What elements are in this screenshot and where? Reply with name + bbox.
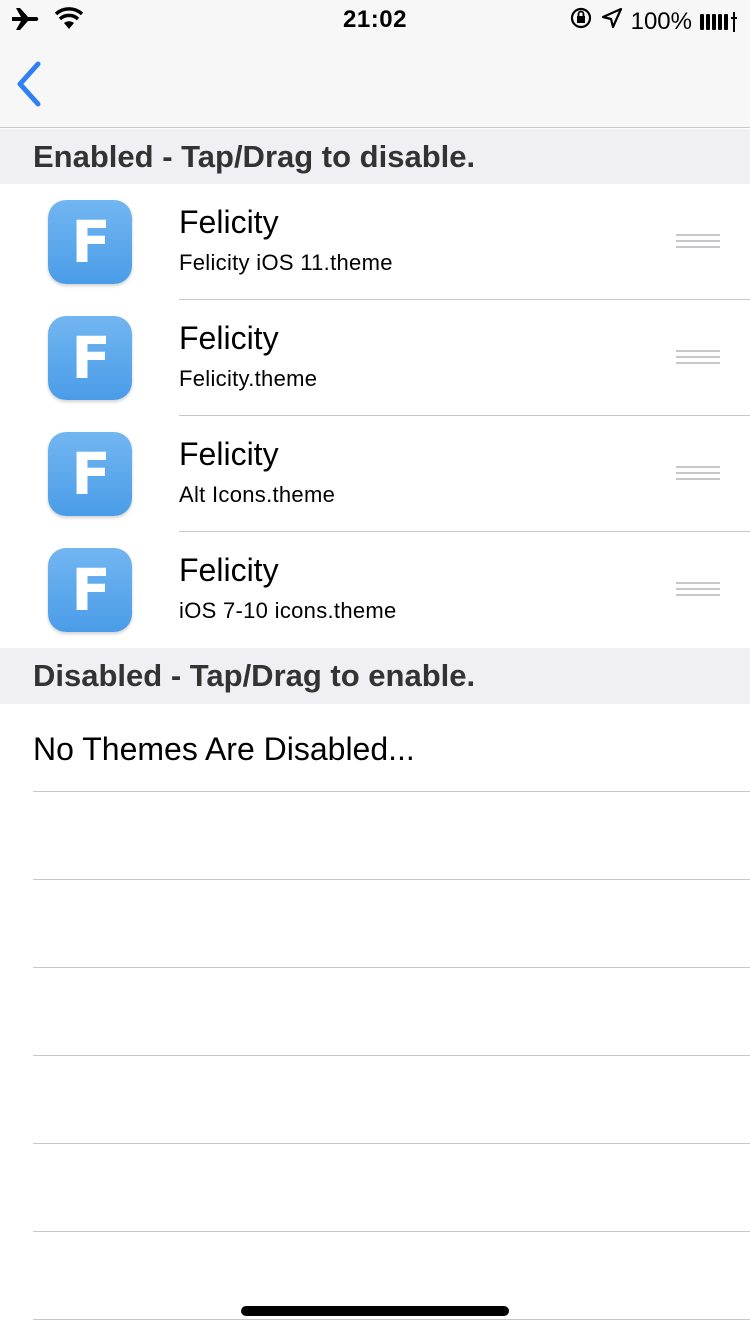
theme-subtitle: Alt Icons.theme — [179, 482, 336, 507]
theme-title: Felicity — [179, 320, 279, 356]
theme-title: Felicity — [179, 436, 279, 472]
felicity-app-icon: F — [48, 548, 132, 632]
location-arrow-icon — [601, 7, 623, 36]
felicity-app-icon: F — [48, 200, 132, 284]
theme-row[interactable]: F Felicity Alt Icons.theme — [0, 416, 750, 532]
back-button[interactable] — [12, 58, 56, 110]
empty-row-separator — [33, 1319, 750, 1320]
drag-handle-icon[interactable] — [676, 466, 720, 484]
empty-state-message: No Themes Are Disabled... — [33, 731, 415, 767]
navigation-bar — [0, 40, 750, 128]
drag-handle-icon[interactable] — [676, 234, 720, 252]
theme-title: Felicity — [179, 204, 279, 240]
felicity-app-icon: F — [48, 316, 132, 400]
empty-row-separator — [33, 879, 750, 880]
home-indicator[interactable] — [241, 1306, 509, 1316]
empty-row-separator — [33, 1231, 750, 1232]
chevron-left-icon — [17, 61, 41, 107]
felicity-app-icon: F — [48, 432, 132, 516]
theme-title: Felicity — [179, 552, 279, 588]
status-right: 100% — [569, 6, 738, 37]
enabled-section-title: Enabled - Tap/Drag to disable. — [33, 139, 476, 174]
empty-row-separator — [33, 1143, 750, 1144]
status-bar: 21:02 100% — [0, 0, 750, 40]
drag-handle-icon[interactable] — [676, 582, 720, 600]
disabled-section-header: Disabled - Tap/Drag to enable. — [0, 648, 750, 704]
empty-row-separator — [33, 1055, 750, 1056]
orientation-lock-icon — [569, 6, 593, 37]
empty-row-separator — [33, 791, 750, 792]
theme-subtitle: iOS 7-10 icons.theme — [179, 598, 397, 623]
battery-icon — [700, 11, 738, 32]
enabled-section-header: Enabled - Tap/Drag to disable. — [0, 129, 750, 185]
drag-handle-icon[interactable] — [676, 350, 720, 368]
theme-row[interactable]: F Felicity Felicity.theme — [0, 300, 750, 416]
theme-subtitle: Felicity iOS 11.theme — [179, 250, 393, 275]
battery-percent: 100% — [630, 7, 692, 35]
theme-row[interactable]: F Felicity Felicity iOS 11.theme — [0, 184, 750, 300]
empty-row-separator — [33, 967, 750, 968]
disabled-section-title: Disabled - Tap/Drag to enable. — [33, 658, 476, 693]
theme-row[interactable]: F Felicity iOS 7-10 icons.theme — [0, 532, 750, 648]
theme-subtitle: Felicity.theme — [179, 366, 318, 391]
